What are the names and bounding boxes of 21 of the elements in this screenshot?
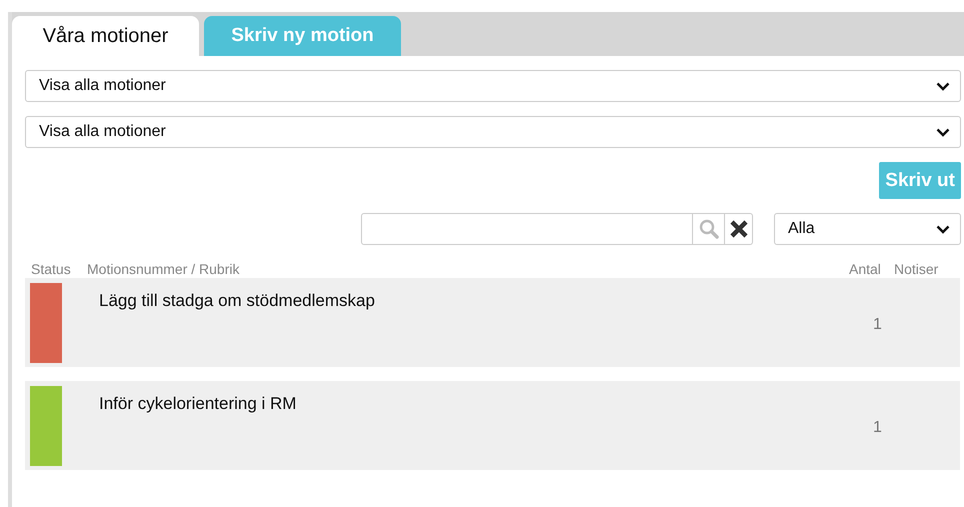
chevron-down-icon bbox=[936, 82, 950, 90]
search-field[interactable] bbox=[361, 213, 693, 245]
category-select[interactable]: Alla bbox=[774, 213, 961, 245]
search-icon bbox=[698, 218, 720, 240]
chevron-down-icon bbox=[936, 224, 950, 234]
close-icon bbox=[728, 219, 748, 239]
chevron-down-icon bbox=[936, 128, 950, 136]
filter-select[interactable]: Visa alla motioner bbox=[25, 116, 961, 148]
motion-row[interactable]: Inför cykelorientering i RM 1 bbox=[25, 381, 960, 470]
column-header: Antal bbox=[849, 261, 881, 277]
count-value: 1 bbox=[873, 316, 882, 334]
motion-title: Lägg till stadga om stödmedlemskap bbox=[99, 291, 375, 311]
column-header: Notiser bbox=[894, 261, 938, 277]
count-value: 1 bbox=[873, 419, 882, 437]
column-header: Motionsnummer / Rubrik bbox=[87, 261, 240, 277]
column-header: Status bbox=[31, 261, 71, 277]
motion-title: Inför cykelorientering i RM bbox=[99, 394, 296, 414]
filter-select[interactable]: Visa alla motioner bbox=[25, 70, 961, 102]
tab[interactable]: Våra motioner bbox=[12, 16, 199, 56]
motion-row[interactable]: Lägg till stadga om stödmedlemskap 1 bbox=[25, 278, 960, 367]
clear-button[interactable] bbox=[725, 213, 753, 245]
